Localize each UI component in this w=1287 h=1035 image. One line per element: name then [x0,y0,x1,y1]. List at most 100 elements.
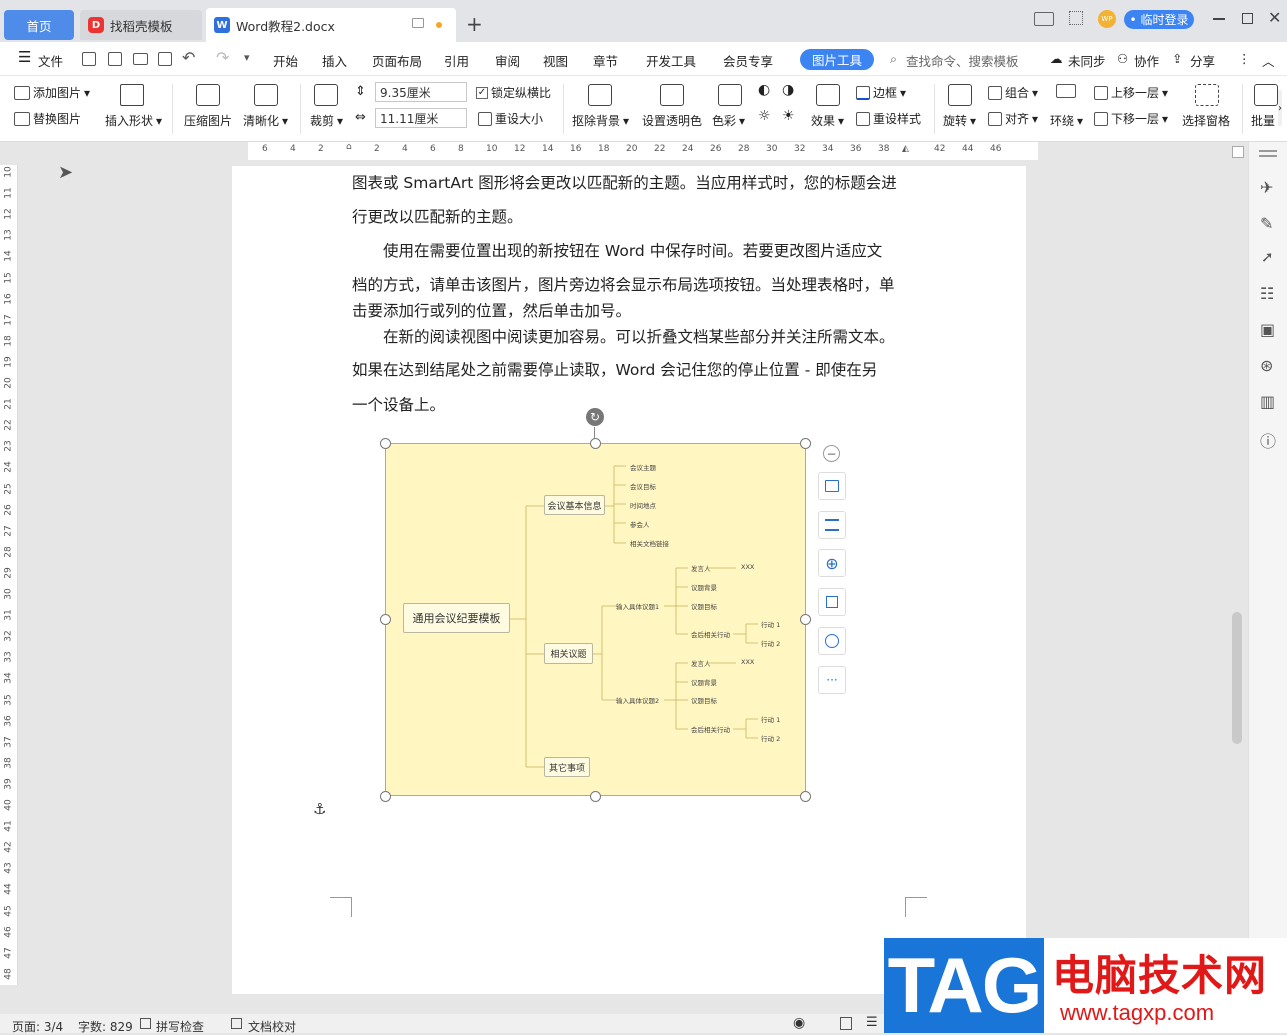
new-tab-icon[interactable]: + [466,12,483,36]
ribbon-scroll-right-icon[interactable]: › [1278,90,1282,126]
collapse-ribbon-icon[interactable]: ︿ [1262,51,1275,70]
effects-button[interactable]: 效果 ▾ [811,112,844,129]
resize-handle-ne[interactable] [800,438,811,449]
indent-marker-icon[interactable]: ⌂ [346,142,356,160]
crop-float-icon[interactable] [818,588,846,616]
sharpen-button[interactable]: 清晰化 ▾ [243,112,288,129]
color-button[interactable]: 色彩 ▾ [712,112,745,129]
save-icon[interactable] [82,52,96,66]
monitor-icon[interactable] [412,18,424,28]
menu-insert[interactable]: 插入 [322,51,347,70]
resize-handle-sw[interactable] [380,791,391,802]
layout-icon[interactable] [1034,12,1054,26]
apps-grid-icon[interactable] [1069,11,1083,25]
menu-references[interactable]: 引用 [444,51,469,70]
close-icon[interactable]: ✕ [1268,8,1281,27]
maximize-icon[interactable] [1242,13,1253,24]
menu-member[interactable]: 会员专享 [723,51,773,70]
lock-ratio-checkbox[interactable]: ✓ 锁定纵横比 [476,84,551,101]
collapse-minus-icon[interactable]: − [823,445,840,462]
print-preview-icon[interactable] [158,52,172,66]
batch-button[interactable]: 批量 [1251,112,1275,129]
rotate-handle-icon[interactable]: ↻ [586,408,604,426]
insert-shape-button[interactable]: 插入形状 ▾ [105,112,162,129]
brightness-down-icon[interactable]: ☼ [758,108,771,124]
menu-view[interactable]: 视图 [543,51,568,70]
reset-style-button[interactable]: 重设样式 [856,110,921,127]
image-height-input[interactable]: 11.11厘米 [375,108,467,128]
brightness-up-icon[interactable]: ◐ [758,82,770,98]
crop-button[interactable]: 裁剪 ▾ [310,112,343,129]
ruler-toggle-icon[interactable] [1232,146,1244,158]
resize-handle-e[interactable] [800,614,811,625]
align-button[interactable]: 对齐 ▾ [988,110,1038,127]
edit-image-icon[interactable] [818,472,846,500]
menu-chapter[interactable]: 章节 [593,51,618,70]
bring-forward-button[interactable]: 上移一层 ▾ [1094,84,1168,101]
tab-home[interactable]: 首页 [4,10,74,40]
replace-image-button[interactable]: 替换图片 [14,110,81,127]
tab-template[interactable]: D 找稻壳模板 [80,10,202,40]
right-indent-marker-icon[interactable]: ◭ [902,144,909,154]
compress-button[interactable]: 压缩图片 [184,112,232,129]
resize-handle-se[interactable] [800,791,811,802]
book-icon[interactable]: ▥ [1260,392,1275,411]
print-icon[interactable] [133,53,148,65]
resize-handle-s[interactable] [590,791,601,802]
rocket-icon[interactable]: ✈ [1260,178,1273,197]
export-pdf-icon[interactable] [108,52,122,66]
pen-icon[interactable]: ✎ [1260,214,1273,233]
doc-line-3[interactable]: 使用在需要位置出现的新按钮在 Word 中保存时间。若要更改图片适应文 [352,234,907,268]
resize-handle-nw[interactable] [380,438,391,449]
border-button[interactable]: 边框 ▾ [856,84,906,101]
login-button[interactable]: • 临时登录 [1124,10,1194,29]
avatar[interactable]: WP [1098,10,1116,28]
zoom-in-icon[interactable]: ⊕ [818,549,846,577]
doc-line-7[interactable]: 如果在达到结尾处之前需要停止读取，Word 会记住您的停止位置 - 即使在另 [352,353,907,387]
image-tools-icon[interactable]: ▣ [1260,320,1275,339]
hamburger-icon[interactable]: ☰ [18,48,31,66]
share-button[interactable]: 分享 [1190,51,1215,70]
compass-icon[interactable]: ⊛ [1260,356,1273,375]
menu-start[interactable]: 开始 [273,51,298,70]
contrast-down-icon[interactable]: ☀ [782,108,795,124]
page-count[interactable]: 页面: 3/4 [12,1018,63,1035]
outline-view-icon[interactable]: ☰ [866,1015,878,1030]
menu-file[interactable]: 文件 [38,51,63,70]
eye-icon[interactable]: ◉ [793,1015,805,1031]
rotate-button[interactable]: 旋转 ▾ [943,112,976,129]
menu-developer[interactable]: 开发工具 [646,51,696,70]
add-image-button[interactable]: 添加图片 ▾ [14,84,90,101]
lightbulb-icon[interactable] [818,627,846,655]
tab-picture-tools[interactable]: 图片工具 [800,49,874,70]
remove-background-button[interactable]: 抠除背景 ▾ [572,112,629,129]
minimize-icon[interactable] [1213,18,1225,20]
menu-page-layout[interactable]: 页面布局 [372,51,422,70]
search-icon[interactable]: ⌕ [890,51,897,67]
horizontal-ruler[interactable]: 6 4 2 2 4 6 8 10 12 14 16 18 20 22 24 26 28 30 32 34 36 38 42 4… [248,142,1038,160]
proofread-button[interactable]: 文档校对 [248,1018,296,1035]
page-view-icon[interactable] [840,1017,852,1030]
word-count[interactable]: 字数: 829 [78,1018,133,1035]
group-button[interactable]: 组合 ▾ [988,84,1038,101]
undo-icon[interactable]: ↶ [182,48,195,67]
sync-status[interactable]: 未同步 [1068,51,1106,70]
selection-pane-button[interactable]: 选择窗格 [1182,112,1230,129]
doc-line-6[interactable]: 在新的阅读视图中阅读更加容易。可以折叠文档某些部分并关注所需文本。 [352,320,907,354]
contrast-icon[interactable]: ◑ [782,82,794,98]
command-search-input[interactable]: 查找命令、搜索模板 [906,51,1019,70]
tab-document[interactable]: W Word教程2.docx [206,8,456,42]
resize-handle-w[interactable] [380,614,391,625]
reset-size-button[interactable]: 重设大小 [478,110,543,127]
mindmap-image[interactable]: 通用会议纪要模板 会议基本信息 会议主题 会议目标 时间地点 参会人 相关文档链… [385,443,806,796]
transparent-color-button[interactable]: 设置透明色 [642,112,702,129]
collab-button[interactable]: 协作 [1134,51,1159,70]
redo-icon[interactable]: ↷ [216,48,229,67]
quick-access-more-icon[interactable]: ▾ [244,51,250,64]
more-options-icon[interactable]: ··· [818,666,846,694]
vertical-scrollbar-thumb[interactable] [1232,612,1242,744]
vertical-ruler[interactable]: 10 11 12 13 14 15 16 17 18 19 20 21 22 23 24 25 26 27 28 29… [0,165,18,985]
layout-options-icon[interactable] [818,511,846,539]
resize-handle-n[interactable] [590,438,601,449]
doc-line-8[interactable]: 一个设备上。 [352,388,907,422]
